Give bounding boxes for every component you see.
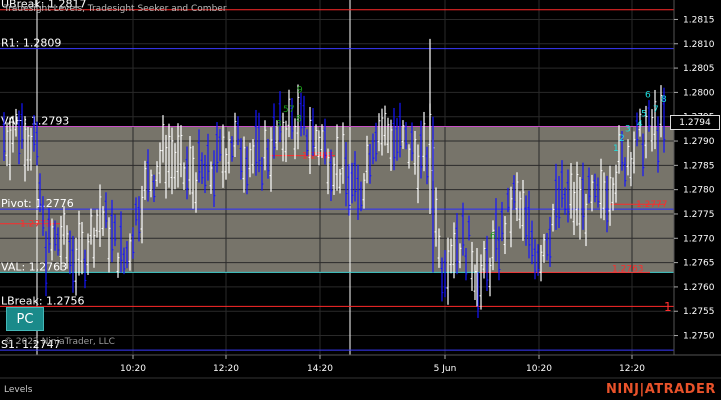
price-axis-label: 1.2780 bbox=[683, 186, 715, 196]
time-axis-label: 10:20 bbox=[120, 364, 146, 374]
level-label-pivot: Pivot: 1.2776 bbox=[1, 197, 74, 210]
price-axis-label: 1.2755 bbox=[683, 307, 715, 317]
time-axis-label: 12:20 bbox=[619, 364, 645, 374]
red-level-label: 1.2773 bbox=[20, 220, 52, 230]
seeker-count-down: 3 bbox=[276, 119, 282, 129]
seeker-count-up: 3 bbox=[625, 124, 631, 134]
panel-name: Levels bbox=[4, 385, 33, 395]
last-price-tag: 1.2794 bbox=[670, 115, 720, 130]
chart-window[interactable]: UBreak: 1.2817 R1: 1.2809 VAH: 1.2793 Pivot… bbox=[0, 0, 721, 400]
price-axis-label: 1.2810 bbox=[683, 40, 715, 50]
time-axis-label: 12:20 bbox=[213, 364, 239, 374]
price-axis-label: 1.2760 bbox=[683, 283, 715, 293]
price-axis-label: 1.2770 bbox=[683, 234, 715, 244]
red-level-label: 1.2777 bbox=[636, 200, 668, 210]
price-axis-label: 1.2750 bbox=[683, 332, 715, 342]
seeker-count-up: 2 bbox=[619, 134, 625, 144]
price-axis-label: 1.2800 bbox=[683, 88, 715, 98]
ninjatrader-logo: NINJ|ATRADER bbox=[606, 382, 716, 397]
seeker-count-down: 8 bbox=[296, 115, 302, 125]
red-level-label: 1.2763 bbox=[612, 264, 644, 274]
indicator-title: Tradesight Levels, Tradesight Seeker and… bbox=[4, 4, 227, 14]
price-axis-label: 1.2790 bbox=[683, 137, 715, 147]
seeker-count-up: 6 bbox=[645, 90, 651, 100]
time-axis-label: 5 Jun bbox=[434, 364, 457, 374]
copyright-text: © 2022 NinjaTrader, LLC bbox=[4, 337, 115, 347]
price-axis bbox=[674, 0, 721, 355]
level-label-vah: VAH: 1.2793 bbox=[1, 114, 69, 127]
seeker-count-up: 5 bbox=[641, 110, 647, 120]
price-axis-label: 1.2805 bbox=[683, 64, 715, 74]
seeker-count-up: 4 bbox=[637, 119, 643, 129]
price-axis-label: 1.2785 bbox=[683, 161, 715, 171]
time-axis-label: 14:20 bbox=[307, 364, 333, 374]
seeker-count-down: 6 bbox=[490, 231, 496, 241]
seeker-count-up: 8 bbox=[661, 95, 667, 105]
time-axis-label: 10:20 bbox=[526, 364, 552, 374]
seeker-count-down: 5 bbox=[283, 105, 289, 115]
logo-left: NINJ bbox=[606, 382, 640, 397]
seeker-count-down: 9 bbox=[297, 85, 303, 95]
level-label-val: VAL: 1.2763 bbox=[1, 260, 67, 273]
seeker-count-up: 7 bbox=[653, 105, 659, 115]
seeker-count-down: 7 bbox=[289, 105, 295, 115]
marker-one: 1 bbox=[664, 300, 672, 314]
price-axis-label: 1.2815 bbox=[683, 15, 715, 25]
level-label-r1: R1: 1.2809 bbox=[1, 37, 61, 50]
logo-right: ATRADER bbox=[644, 382, 716, 397]
seeker-count-up: 1 bbox=[613, 144, 619, 154]
price-axis-label: 1.2775 bbox=[683, 210, 715, 220]
level-label-lbreak: LBreak: 1.2756 bbox=[1, 294, 85, 307]
pc-button[interactable]: PC bbox=[6, 307, 44, 331]
price-axis-label: 1.2765 bbox=[683, 259, 715, 269]
